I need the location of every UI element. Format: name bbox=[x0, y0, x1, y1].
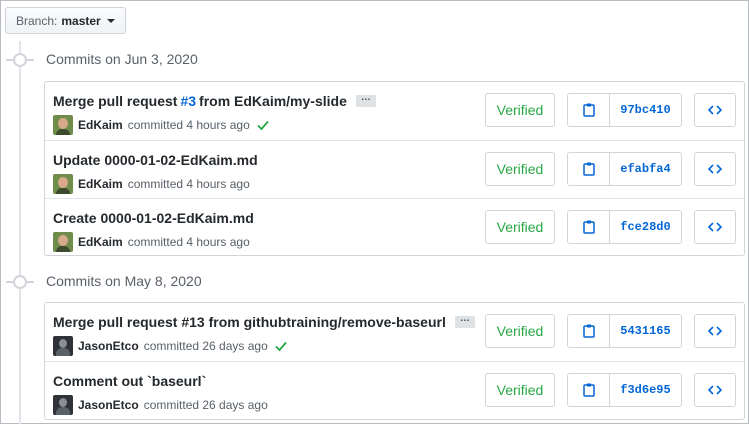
issue-link[interactable]: #3 bbox=[180, 93, 196, 109]
copy-sha-button[interactable] bbox=[568, 211, 610, 243]
check-icon[interactable] bbox=[275, 340, 287, 352]
copy-sha-button[interactable] bbox=[568, 94, 610, 126]
author-link[interactable]: JasonEtco bbox=[78, 398, 139, 412]
commit-meta: JasonEtco committed 26 days ago bbox=[53, 395, 268, 415]
expand-description-button[interactable]: … bbox=[454, 314, 475, 328]
sha-button-group: f3d6e95 bbox=[567, 373, 682, 407]
code-icon bbox=[708, 222, 722, 232]
commit-message[interactable]: Merge pull request #13 from githubtraini… bbox=[53, 314, 475, 330]
jasonetco-avatar[interactable] bbox=[53, 395, 73, 415]
timeline-dot-icon bbox=[6, 275, 34, 289]
edkaim-avatar[interactable] bbox=[53, 174, 73, 194]
branch-select-button[interactable]: Branch: master bbox=[5, 7, 126, 34]
commit-sha-link[interactable]: f3d6e95 bbox=[610, 374, 681, 406]
clipboard-icon bbox=[582, 162, 595, 176]
sha-button-group: efabfa4 bbox=[567, 152, 682, 186]
commit-group-title: Commits on May 8, 2020 bbox=[46, 273, 202, 289]
commit-time: committed 4 hours ago bbox=[127, 235, 250, 249]
edkaim-avatar[interactable] bbox=[53, 115, 73, 135]
verified-badge[interactable]: Verified bbox=[485, 373, 555, 407]
copy-sha-button[interactable] bbox=[568, 315, 610, 347]
commit-group-header: Commits on Jun 3, 2020 bbox=[1, 49, 749, 71]
commit-message[interactable]: Update 0000-01-02-EdKaim.md bbox=[53, 152, 258, 168]
sha-button-group: 5431165 bbox=[567, 314, 682, 348]
code-icon bbox=[708, 164, 722, 174]
check-icon[interactable] bbox=[257, 119, 269, 131]
commit-sha-link[interactable]: 97bc410 bbox=[610, 94, 681, 126]
commit-sha-link[interactable]: 5431165 bbox=[610, 315, 681, 347]
clipboard-icon bbox=[582, 383, 595, 397]
commit-message-text[interactable]: from EdKaim/my-slide bbox=[199, 93, 347, 109]
author-link[interactable]: EdKaim bbox=[78, 177, 123, 191]
sha-button-group: fce28d0 bbox=[567, 210, 682, 244]
verified-badge[interactable]: Verified bbox=[485, 314, 555, 348]
author-link[interactable]: EdKaim bbox=[78, 118, 123, 132]
browse-repo-button[interactable] bbox=[694, 93, 736, 127]
code-icon bbox=[708, 385, 722, 395]
browse-repo-button[interactable] bbox=[694, 314, 736, 348]
edkaim-avatar[interactable] bbox=[53, 232, 73, 252]
browse-repo-button[interactable] bbox=[694, 152, 736, 186]
commit-list: Merge pull request #3 from EdKaim/my-sli… bbox=[44, 81, 745, 256]
commit-message[interactable]: Merge pull request #3 from EdKaim/my-sli… bbox=[53, 93, 376, 109]
jasonetco-avatar[interactable] bbox=[53, 336, 73, 356]
branch-value: master bbox=[61, 13, 101, 28]
copy-sha-button[interactable] bbox=[568, 153, 610, 185]
commits-panel: Branch: master Commits on Jun 3, 2020 Me… bbox=[0, 0, 749, 424]
verified-badge[interactable]: Verified bbox=[485, 152, 555, 186]
commit-meta: EdKaim committed 4 hours ago bbox=[53, 174, 250, 194]
branch-label: Branch: bbox=[16, 13, 58, 28]
clipboard-icon bbox=[582, 220, 595, 234]
commit-group-header: Commits on May 8, 2020 bbox=[1, 271, 749, 293]
commit-time: committed 26 days ago bbox=[143, 398, 268, 412]
commit-meta: JasonEtco committed 26 days ago bbox=[53, 336, 287, 356]
sha-button-group: 97bc410 bbox=[567, 93, 682, 127]
commit-row: Comment out `baseurl` JasonEtco committe… bbox=[45, 361, 744, 419]
commit-row: Merge pull request #13 from githubtraini… bbox=[45, 303, 744, 361]
copy-sha-button[interactable] bbox=[568, 374, 610, 406]
commit-time: committed 26 days ago bbox=[143, 339, 268, 353]
browse-repo-button[interactable] bbox=[694, 373, 736, 407]
clipboard-icon bbox=[582, 324, 595, 338]
commit-meta: EdKaim committed 4 hours ago bbox=[53, 232, 250, 252]
code-icon bbox=[708, 326, 722, 336]
commit-group-title: Commits on Jun 3, 2020 bbox=[46, 51, 198, 67]
commit-message[interactable]: Create 0000-01-02-EdKaim.md bbox=[53, 210, 254, 226]
commit-row: Update 0000-01-02-EdKaim.md EdKaim commi… bbox=[45, 140, 744, 198]
timeline-line bbox=[19, 41, 21, 424]
author-link[interactable]: EdKaim bbox=[78, 235, 123, 249]
verified-badge[interactable]: Verified bbox=[485, 93, 555, 127]
clipboard-icon bbox=[582, 103, 595, 117]
author-link[interactable]: JasonEtco bbox=[78, 339, 139, 353]
browse-repo-button[interactable] bbox=[694, 210, 736, 244]
commit-time: committed 4 hours ago bbox=[127, 118, 250, 132]
caret-down-icon bbox=[106, 18, 115, 23]
commit-row: Merge pull request #3 from EdKaim/my-sli… bbox=[45, 82, 744, 140]
commit-row: Create 0000-01-02-EdKaim.md EdKaim commi… bbox=[45, 198, 744, 256]
timeline-dot-icon bbox=[6, 53, 34, 67]
commit-message-text[interactable]: Merge pull request bbox=[53, 93, 177, 109]
commit-message[interactable]: Comment out `baseurl` bbox=[53, 373, 206, 389]
expand-description-button[interactable]: … bbox=[355, 93, 376, 107]
code-icon bbox=[708, 105, 722, 115]
verified-badge[interactable]: Verified bbox=[485, 210, 555, 244]
commit-list: Merge pull request #13 from githubtraini… bbox=[44, 302, 745, 420]
commit-sha-link[interactable]: fce28d0 bbox=[610, 211, 681, 243]
commit-time: committed 4 hours ago bbox=[127, 177, 250, 191]
commit-message-text[interactable]: Merge pull request #13 from githubtraini… bbox=[53, 314, 446, 330]
commit-meta: EdKaim committed 4 hours ago bbox=[53, 115, 269, 135]
commit-sha-link[interactable]: efabfa4 bbox=[610, 153, 681, 185]
